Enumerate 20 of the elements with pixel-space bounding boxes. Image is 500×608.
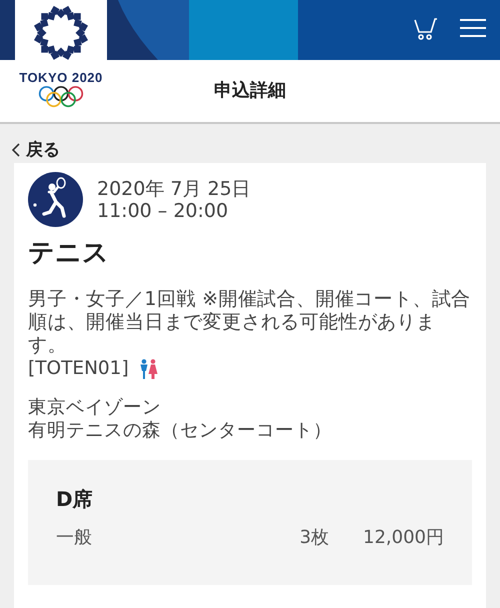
event-time: 11:00 – 20:00 (97, 200, 228, 222)
page-title: 申込詳細 (214, 79, 286, 102)
rings-logo (37, 84, 85, 108)
event-date: 2020年 7月 25日 (97, 178, 251, 200)
back-link[interactable]: 戻る (12, 138, 60, 161)
logo-text: TOKYO 2020 (19, 70, 103, 85)
venue-line: 有明テニスの森（センターコート） (28, 419, 332, 442)
event-description: 男子・女子／1回戦 ※開催試合、開催コート、試合順は、開催当日まで変更される可能性があります。 (28, 288, 472, 357)
ticket-price: 12,000円 (363, 526, 444, 549)
tennis-player-icon (28, 172, 83, 227)
menu-icon[interactable] (460, 18, 486, 38)
event-code: [TOTEN01] (28, 357, 129, 380)
ticket-quantity: 3枚 (300, 526, 330, 549)
cart-icon[interactable] (414, 16, 438, 40)
seat-class: D席 (56, 486, 93, 513)
men-women-icon (138, 358, 158, 378)
sport-title: テニス (28, 237, 109, 270)
venue-line: 東京ベイゾーン (28, 396, 161, 419)
chevron-icon (12, 142, 20, 156)
ticket-type: 一般 (56, 526, 93, 549)
